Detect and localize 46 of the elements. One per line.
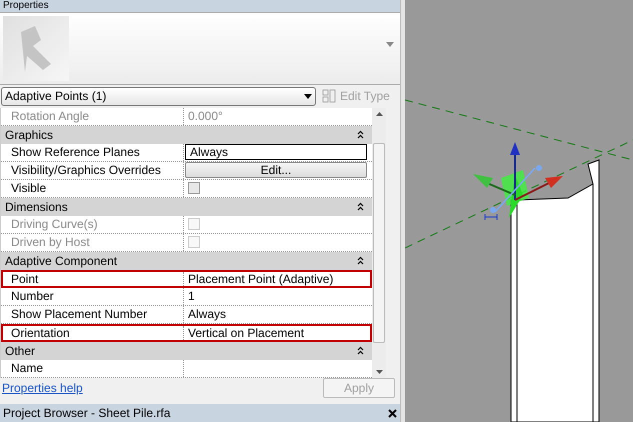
- section-title: Other: [5, 342, 36, 360]
- section-header[interactable]: Adaptive Component: [1, 252, 372, 270]
- close-icon[interactable]: [388, 408, 397, 418]
- property-value: 1: [187, 288, 195, 306]
- collapse-icon: [357, 346, 364, 356]
- 3d-viewport[interactable]: [405, 0, 633, 422]
- section-header[interactable]: Dimensions: [1, 198, 372, 216]
- property-label: Visible: [11, 180, 46, 198]
- property-value: 0.000°: [187, 108, 223, 126]
- collapse-icon: [357, 130, 364, 140]
- dropdown-arrow-icon[interactable]: [386, 42, 394, 47]
- section-title: Adaptive Component: [5, 252, 118, 270]
- edit-button[interactable]: Edit...: [185, 162, 367, 178]
- section-header[interactable]: Graphics: [1, 126, 372, 144]
- panel-title: Properties: [3, 0, 49, 12]
- edit-type-icon: [322, 89, 336, 104]
- property-value: Vertical on Placement: [187, 324, 304, 342]
- value-field[interactable]: Always: [185, 144, 367, 160]
- property-label: Number: [11, 288, 54, 306]
- project-browser-title: Project Browser - Sheet Pile.rfa: [3, 405, 170, 422]
- property-value: Placement Point (Adaptive): [187, 270, 334, 288]
- type-selector-value: Adaptive Points (1): [5, 88, 106, 106]
- collapse-icon: [357, 256, 364, 266]
- property-label: Visibility/Graphics Overrides: [11, 162, 161, 180]
- property-label: Point: [11, 270, 38, 288]
- properties-help-link[interactable]: Properties help: [2, 378, 83, 397]
- property-label: Name: [11, 360, 44, 378]
- scroll-up-icon[interactable]: [376, 112, 382, 116]
- property-label: Driven by Host: [11, 234, 90, 252]
- checkbox[interactable]: [188, 182, 200, 194]
- scroll-down-icon[interactable]: [376, 370, 382, 374]
- thumbnail-shape-icon: [19, 24, 53, 72]
- property-value: Always: [187, 306, 226, 324]
- property-label: Driving Curve(s): [11, 216, 98, 234]
- scrollbar[interactable]: [372, 108, 386, 378]
- section-header[interactable]: Other: [1, 342, 372, 360]
- dropdown-arrow-icon: [304, 94, 312, 99]
- collapse-icon: [357, 202, 364, 212]
- property-label: Rotation Angle: [11, 108, 90, 126]
- section-title: Dimensions: [5, 198, 68, 216]
- property-label: Show Reference Planes: [11, 144, 140, 162]
- type-selector-dropdown[interactable]: Adaptive Points (1): [1, 86, 316, 106]
- scroll-thumb[interactable]: [373, 142, 385, 343]
- section-title: Graphics: [5, 126, 54, 144]
- property-label: Show Placement Number: [11, 306, 148, 324]
- property-label: Orientation: [11, 324, 70, 342]
